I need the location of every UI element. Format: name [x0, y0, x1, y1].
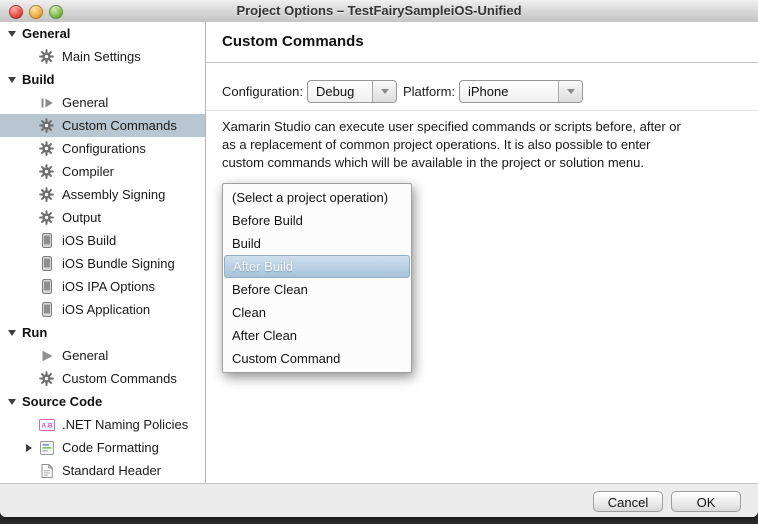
gear-icon [38, 371, 55, 386]
disclosure-triangle-icon [8, 31, 16, 37]
sidebar-item-label: Main Settings [62, 49, 141, 64]
menu-item-clean[interactable]: Clean [223, 301, 411, 324]
sidebar-item-ios-ipa-options[interactable]: iOS IPA Options [0, 275, 205, 298]
sidebar-item-compiler[interactable]: Compiler [0, 160, 205, 183]
sidebar-item-label: General [62, 348, 108, 363]
sidebar-item-label: Code Formatting [62, 440, 159, 455]
sidebar-item-label: Assembly Signing [62, 187, 165, 202]
sidebar-section-label: Run [22, 325, 47, 340]
sidebar-item-label: Output [62, 210, 101, 225]
code-format-icon [38, 441, 55, 455]
build-play-icon [38, 96, 55, 110]
iphone-icon [38, 233, 55, 248]
sidebar-item-custom-commands[interactable]: Custom Commands [0, 367, 205, 390]
sidebar-item-label: Configurations [62, 141, 146, 156]
window-title: Project Options – TestFairySampleiOS-Uni… [0, 3, 758, 18]
gear-icon [38, 210, 55, 225]
menu-item-after-build[interactable]: After Build [224, 255, 410, 278]
chevron-down-icon [381, 89, 389, 94]
description-line: Xamarin Studio can execute user specifie… [222, 118, 681, 136]
project-options-window: Project Options – TestFairySampleiOS-Uni… [0, 0, 758, 517]
menu-item-custom-command[interactable]: Custom Command [223, 347, 411, 370]
expand-triangle-icon [26, 444, 32, 452]
description-text: Xamarin Studio can execute user specifie… [222, 118, 681, 172]
sidebar-item-output[interactable]: Output [0, 206, 205, 229]
sidebar-item-label: General [62, 95, 108, 110]
sidebar-section-source-code[interactable]: Source Code [0, 390, 205, 413]
configuration-dropdown[interactable]: Debug [307, 80, 397, 103]
sidebar-item-label: .NET Naming Policies [62, 417, 188, 432]
disclosure-triangle-icon [8, 330, 16, 336]
sidebar-item-label: iOS Application [62, 302, 150, 317]
dropdown-arrow-button[interactable] [558, 81, 582, 102]
gear-icon [38, 49, 55, 64]
gear-icon [38, 141, 55, 156]
platform-dropdown[interactable]: iPhone [459, 80, 583, 103]
sidebar-item-net-naming-policies[interactable]: A.B .NET Naming Policies [0, 413, 205, 436]
menu-item-after-clean[interactable]: After Clean [223, 324, 411, 347]
iphone-icon [38, 279, 55, 294]
sidebar-item-label: iOS Build [62, 233, 116, 248]
gear-icon [38, 164, 55, 179]
sidebar-item-general[interactable]: General [0, 344, 205, 367]
sidebar-item-code-formatting[interactable]: Code Formatting [0, 436, 205, 459]
platform-value: iPhone [460, 84, 558, 99]
play-icon [38, 349, 55, 363]
sidebar-item-label: Standard Header [62, 463, 161, 478]
sidebar-section-label: Source Code [22, 394, 102, 409]
sidebar-section-build[interactable]: Build [0, 68, 205, 91]
screen: Project Options – TestFairySampleiOS-Uni… [0, 0, 758, 524]
sidebar-item-ios-application[interactable]: iOS Application [0, 298, 205, 321]
title-separator [206, 62, 758, 63]
project-operation-menu: (Select a project operation)Before Build… [222, 183, 412, 373]
sidebar-item-custom-commands[interactable]: Custom Commands [0, 114, 205, 137]
sidebar-item-label: Compiler [62, 164, 114, 179]
chevron-down-icon [567, 89, 575, 94]
menu-item-build[interactable]: Build [223, 232, 411, 255]
ok-button[interactable]: OK [671, 491, 741, 512]
gear-icon [38, 187, 55, 202]
iphone-icon [38, 256, 55, 271]
sidebar-item-label: Custom Commands [62, 371, 177, 386]
menu-item-before-build[interactable]: Before Build [223, 209, 411, 232]
configuration-label: Configuration: [222, 84, 303, 99]
sidebar-item-label: iOS Bundle Signing [62, 256, 175, 271]
section-separator [206, 110, 758, 111]
sidebar-section-label: Build [22, 72, 55, 87]
sidebar-section-label: General [22, 26, 70, 41]
dropdown-arrow-button[interactable] [372, 81, 396, 102]
disclosure-triangle-icon [8, 399, 16, 405]
sidebar-item-assembly-signing[interactable]: Assembly Signing [0, 183, 205, 206]
description-line: as a replacement of common project opera… [222, 136, 681, 154]
titlebar: Project Options – TestFairySampleiOS-Uni… [0, 0, 758, 23]
sidebar-tree: General Main Settings Build General Custom C… [0, 22, 206, 484]
sidebar-item-ios-bundle-signing[interactable]: iOS Bundle Signing [0, 252, 205, 275]
sidebar-item-main-settings[interactable]: Main Settings [0, 45, 205, 68]
iphone-icon [38, 302, 55, 317]
sidebar-item-label: Custom Commands [62, 118, 177, 133]
sidebar-item-configurations[interactable]: Configurations [0, 137, 205, 160]
page-title: Custom Commands [222, 33, 364, 50]
sidebar-item-label: iOS IPA Options [62, 279, 155, 294]
sidebar-section-run[interactable]: Run [0, 321, 205, 344]
sidebar-section-general[interactable]: General [0, 22, 205, 45]
configuration-value: Debug [308, 84, 372, 99]
ab-naming-icon: A.B [38, 419, 55, 431]
footer-bar: Cancel OK [0, 483, 758, 517]
gear-icon [38, 118, 55, 133]
menu-item-before-clean[interactable]: Before Clean [223, 278, 411, 301]
sidebar-item-standard-header[interactable]: Standard Header [0, 459, 205, 482]
sidebar-item-ios-build[interactable]: iOS Build [0, 229, 205, 252]
document-icon [38, 464, 55, 478]
menu-item-select-a-project-operation[interactable]: (Select a project operation) [223, 186, 411, 209]
disclosure-triangle-icon [8, 77, 16, 83]
platform-label: Platform: [403, 84, 455, 99]
svg-text:A.B: A.B [41, 422, 53, 429]
sidebar-item-general[interactable]: General [0, 91, 205, 114]
cancel-button[interactable]: Cancel [593, 491, 663, 512]
description-line: custom commands which will be available … [222, 154, 681, 172]
